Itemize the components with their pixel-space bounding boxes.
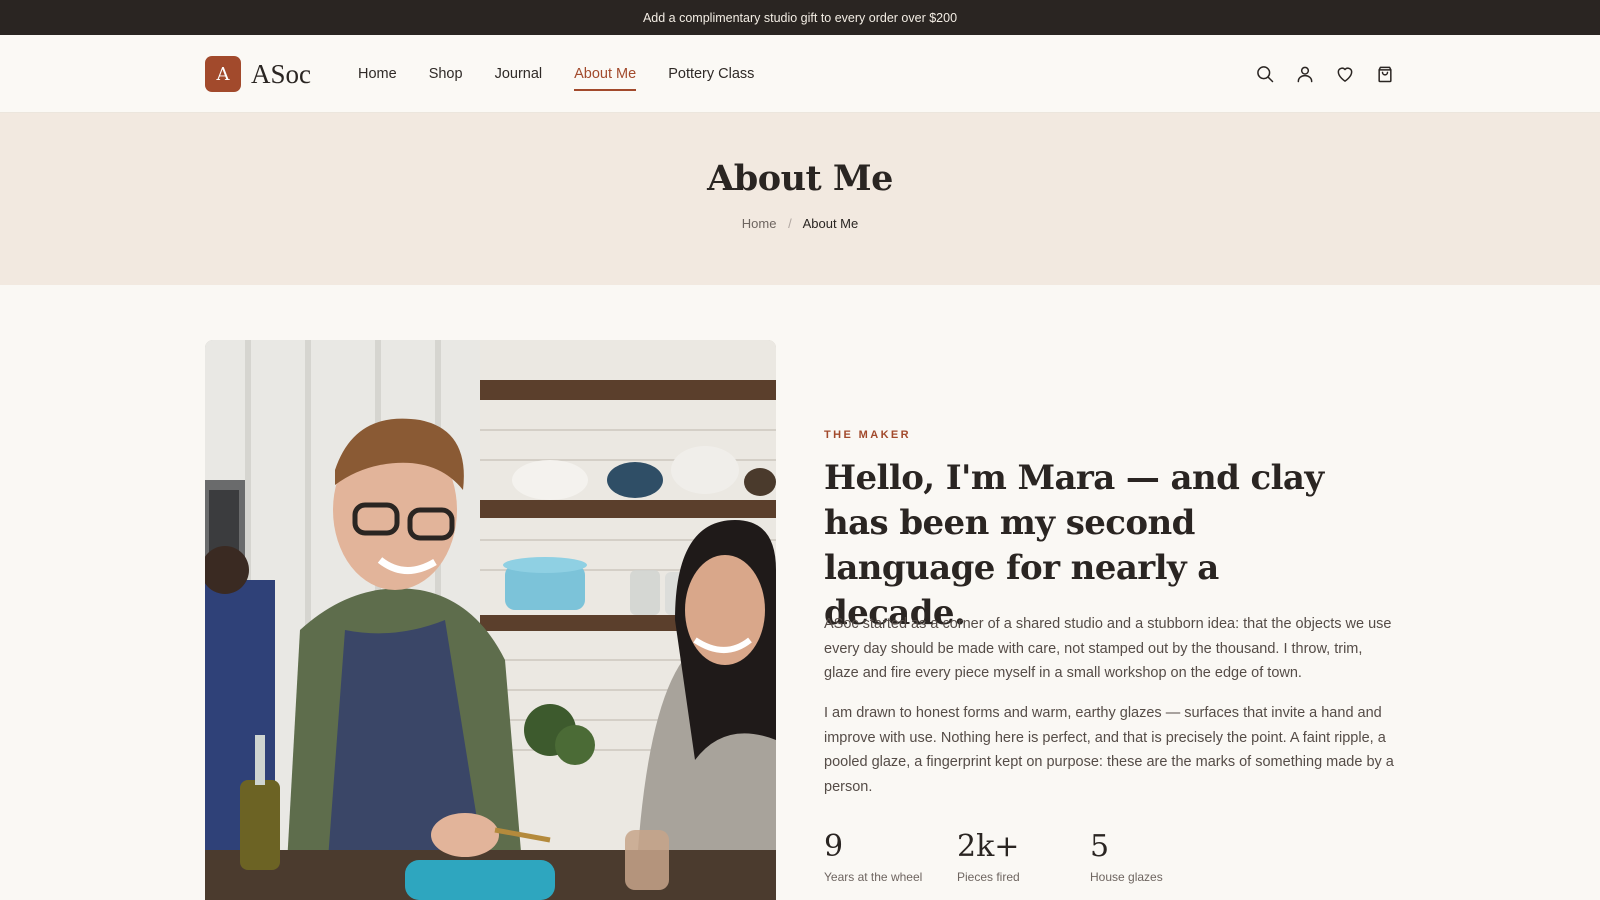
breadcrumb-home[interactable]: Home bbox=[742, 216, 777, 231]
logo-mark: A bbox=[205, 56, 241, 92]
page-hero: About Me Home / About Me bbox=[0, 113, 1600, 285]
header-icons bbox=[1253, 62, 1413, 86]
maker-photo bbox=[205, 340, 776, 900]
section-eyebrow: THE MAKER bbox=[824, 429, 911, 441]
user-icon[interactable] bbox=[1293, 62, 1317, 86]
heart-icon[interactable] bbox=[1333, 62, 1357, 86]
logo-text: ASoc bbox=[251, 58, 311, 89]
stat-label: House glazes bbox=[1090, 870, 1163, 884]
search-icon[interactable] bbox=[1253, 62, 1277, 86]
stat-glazes: 5 House glazes bbox=[1090, 828, 1223, 884]
breadcrumb-separator: / bbox=[788, 216, 792, 231]
bag-icon[interactable] bbox=[1373, 62, 1397, 86]
stat-value: 2k+ bbox=[957, 829, 1020, 864]
logo[interactable]: A ASoc bbox=[205, 56, 311, 92]
nav-journal[interactable]: Journal bbox=[495, 35, 543, 113]
nav-pottery-class[interactable]: Pottery Class bbox=[668, 35, 754, 113]
stat-years: 9 Years at the wheel bbox=[824, 828, 957, 884]
stat-pieces: 2k+ Pieces fired bbox=[957, 828, 1090, 884]
nav-about-me[interactable]: About Me bbox=[574, 35, 637, 113]
stat-value: 5 bbox=[1090, 829, 1110, 864]
nav-shop[interactable]: Shop bbox=[429, 35, 463, 113]
stat-label: Pieces fired bbox=[957, 870, 1020, 884]
about-headline: Hello, I'm Mara — and clay has been my s… bbox=[824, 458, 1324, 633]
maker-stats: 9 Years at the wheel 2k+ Pieces fired 5 … bbox=[824, 828, 1223, 884]
nav-home[interactable]: Home bbox=[358, 35, 397, 113]
stat-label: Years at the wheel bbox=[824, 870, 923, 884]
announcement-bar: Add a complimentary studio gift to every… bbox=[0, 0, 1600, 35]
page-title: About Me bbox=[707, 158, 893, 199]
about-paragraph-1: ASoc started as a corner of a shared stu… bbox=[824, 616, 1392, 682]
breadcrumb-current: About Me bbox=[802, 216, 859, 231]
announcement-text: Add a complimentary studio gift to every… bbox=[642, 10, 958, 25]
about-paragraph-2: I am drawn to honest forms and warm, ear… bbox=[824, 705, 1394, 795]
site-header: A ASoc Home Shop Journal About Me Potter… bbox=[0, 35, 1600, 113]
stat-value: 9 bbox=[824, 829, 844, 864]
kitchen-scene-illustration bbox=[205, 340, 776, 900]
breadcrumb: Home / About Me bbox=[0, 216, 1600, 231]
main-nav: Home Shop Journal About Me Pottery Class bbox=[358, 35, 786, 113]
